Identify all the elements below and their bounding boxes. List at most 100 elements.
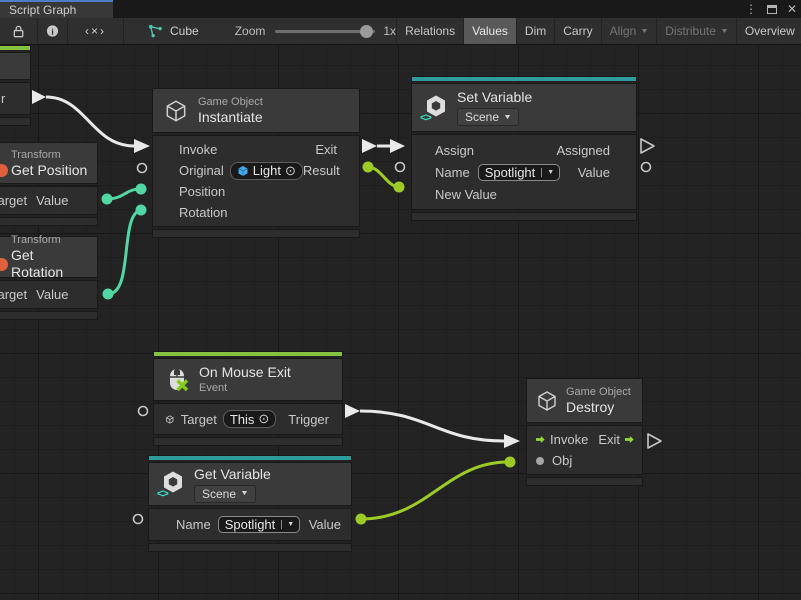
port-new-value-in[interactable] bbox=[394, 182, 405, 193]
variable-scope-dropdown[interactable]: Scene▼ bbox=[457, 108, 519, 126]
port-label-trigger-fragment: r bbox=[0, 91, 5, 106]
close-icon[interactable]: ✕ bbox=[787, 0, 797, 18]
scene-variable-icon: <> bbox=[159, 471, 185, 497]
node-category: Game Object bbox=[566, 385, 631, 399]
zoom-label: Zoom bbox=[235, 24, 266, 38]
port-label-target: Target bbox=[0, 193, 27, 208]
chevron-down-icon: ▼ bbox=[281, 520, 299, 529]
node-get-variable[interactable]: <> Get Variable Scene▼ Name Spotlight ▼ bbox=[148, 455, 352, 552]
toolbar-toggles: Relations Values Dim Carry Align▼ Distri… bbox=[396, 18, 801, 44]
node-title: Destroy bbox=[566, 399, 631, 416]
chevron-down-icon: ▼ bbox=[240, 490, 249, 497]
partial-event-header bbox=[0, 52, 31, 80]
port-label-target: Target bbox=[181, 412, 217, 427]
variable-color-strip bbox=[411, 76, 637, 81]
port-position-in[interactable] bbox=[136, 184, 147, 195]
port-label-exit: Exit bbox=[315, 142, 337, 157]
port-label-invoke: Invoke bbox=[550, 432, 588, 447]
port-label-assign: Assign bbox=[435, 143, 474, 158]
distribute-button[interactable]: Distribute▼ bbox=[657, 18, 737, 44]
chevron-down-icon: ▼ bbox=[640, 28, 649, 35]
port-rotation-in[interactable] bbox=[136, 205, 147, 216]
zoom-control: Zoom 1x bbox=[235, 24, 396, 38]
zoom-slider[interactable] bbox=[275, 30, 375, 33]
values-button[interactable]: Values bbox=[464, 18, 517, 44]
port-label-value: Value bbox=[36, 287, 68, 302]
port-get-position-value-out[interactable] bbox=[102, 194, 113, 205]
node-set-variable[interactable]: <> Set Variable Scene▼ Assign Assigned N… bbox=[411, 76, 637, 221]
script-graph-window: Script Graph ⋮ ✕ i ‹×› bbox=[0, 0, 801, 600]
node-category: Transform bbox=[11, 233, 61, 247]
port-label-value: Value bbox=[578, 165, 610, 180]
lock-button[interactable] bbox=[0, 18, 38, 44]
zoom-slider-handle[interactable] bbox=[360, 25, 373, 38]
mouse-exit-icon bbox=[164, 367, 190, 393]
zoom-value: 1x bbox=[383, 24, 396, 38]
variable-color-strip bbox=[148, 455, 352, 460]
relations-button[interactable]: Relations bbox=[397, 18, 464, 44]
variable-scope-dropdown[interactable]: Scene▼ bbox=[194, 485, 256, 503]
node-partial-event[interactable]: r bbox=[0, 45, 31, 126]
node-footer bbox=[0, 311, 98, 320]
align-button[interactable]: Align▼ bbox=[602, 18, 658, 44]
scene-variable-icon: <> bbox=[422, 95, 448, 121]
port-label-position: Position bbox=[179, 184, 225, 199]
chevron-down-icon: ▼ bbox=[503, 114, 512, 121]
breadcrumb[interactable]: Cube bbox=[148, 24, 199, 38]
toolbar-left: i ‹×› bbox=[0, 18, 124, 44]
object-field-light[interactable]: Light ⊙ bbox=[230, 162, 303, 180]
node-title: Get Position bbox=[11, 162, 87, 179]
code-icon: ‹×› bbox=[85, 24, 106, 38]
node-instantiate[interactable]: Game Object Instantiate Invoke Exit Orig… bbox=[152, 88, 360, 238]
node-footer bbox=[0, 117, 31, 126]
port-result-out[interactable] bbox=[363, 162, 374, 173]
info-icon: i bbox=[46, 24, 59, 38]
port-label-obj: Obj bbox=[552, 453, 572, 468]
menu-icon[interactable]: ⋮ bbox=[745, 0, 757, 18]
dim-button[interactable]: Dim bbox=[517, 18, 555, 44]
node-get-rotation[interactable]: Transform Get Rotation Target Value bbox=[0, 236, 98, 320]
variable-name-field[interactable]: Spotlight ▼ bbox=[218, 516, 301, 533]
node-footer bbox=[0, 217, 98, 226]
port-label-exit: Exit bbox=[598, 432, 620, 447]
object-field-this[interactable]: This ⊙ bbox=[223, 410, 276, 428]
carry-button[interactable]: Carry bbox=[555, 18, 601, 44]
port-label-original: Original bbox=[179, 163, 224, 178]
variable-name-field[interactable]: Spotlight ▼ bbox=[478, 164, 561, 181]
node-get-position[interactable]: Transform Get Position Target Value bbox=[0, 142, 98, 226]
value-port-icon bbox=[536, 457, 544, 465]
port-obj-in[interactable] bbox=[505, 457, 516, 468]
port-label-new-value: New Value bbox=[435, 187, 497, 202]
node-title: Instantiate bbox=[198, 109, 263, 126]
game-object-cube-icon bbox=[535, 389, 559, 413]
flow-arrow-icon bbox=[625, 434, 634, 445]
node-title: Set Variable bbox=[457, 89, 532, 106]
node-destroy[interactable]: Game Object Destroy Invoke Exit bbox=[526, 378, 643, 486]
chevron-down-icon: ▼ bbox=[720, 28, 729, 35]
object-picker-icon[interactable]: ⊙ bbox=[285, 163, 296, 179]
object-field-value: Light bbox=[253, 163, 281, 178]
maximize-icon[interactable] bbox=[767, 5, 777, 14]
edit-graph-button[interactable]: ‹×› bbox=[68, 18, 124, 44]
object-picker-icon[interactable]: ⊙ bbox=[258, 411, 269, 427]
port-label-value: Value bbox=[36, 193, 68, 208]
node-footer bbox=[152, 229, 360, 238]
graph-canvas[interactable]: r Transform Get Position Target Value bbox=[0, 45, 801, 600]
node-on-mouse-exit[interactable]: On Mouse Exit Event Target This ⊙ Trigge… bbox=[153, 351, 343, 446]
node-title: On Mouse Exit bbox=[199, 364, 291, 381]
port-label-name: Name bbox=[435, 165, 470, 180]
port-get-variable-value-out[interactable] bbox=[356, 514, 367, 525]
tab-script-graph[interactable]: Script Graph bbox=[0, 0, 113, 18]
info-button[interactable]: i bbox=[38, 18, 68, 44]
node-footer bbox=[526, 477, 643, 486]
game-object-cube-icon bbox=[163, 98, 189, 124]
toolbar-middle: Cube Zoom 1x bbox=[124, 18, 396, 44]
node-title: Get Variable bbox=[194, 466, 271, 483]
graph-nodes-icon bbox=[148, 24, 163, 38]
node-footer bbox=[153, 437, 343, 446]
flow-arrow-icon bbox=[536, 434, 545, 445]
overview-button[interactable]: Overview bbox=[737, 18, 801, 44]
port-get-rotation-value-out[interactable] bbox=[103, 289, 114, 300]
window-controls: ⋮ ✕ bbox=[745, 0, 797, 18]
event-color-strip bbox=[0, 45, 31, 50]
